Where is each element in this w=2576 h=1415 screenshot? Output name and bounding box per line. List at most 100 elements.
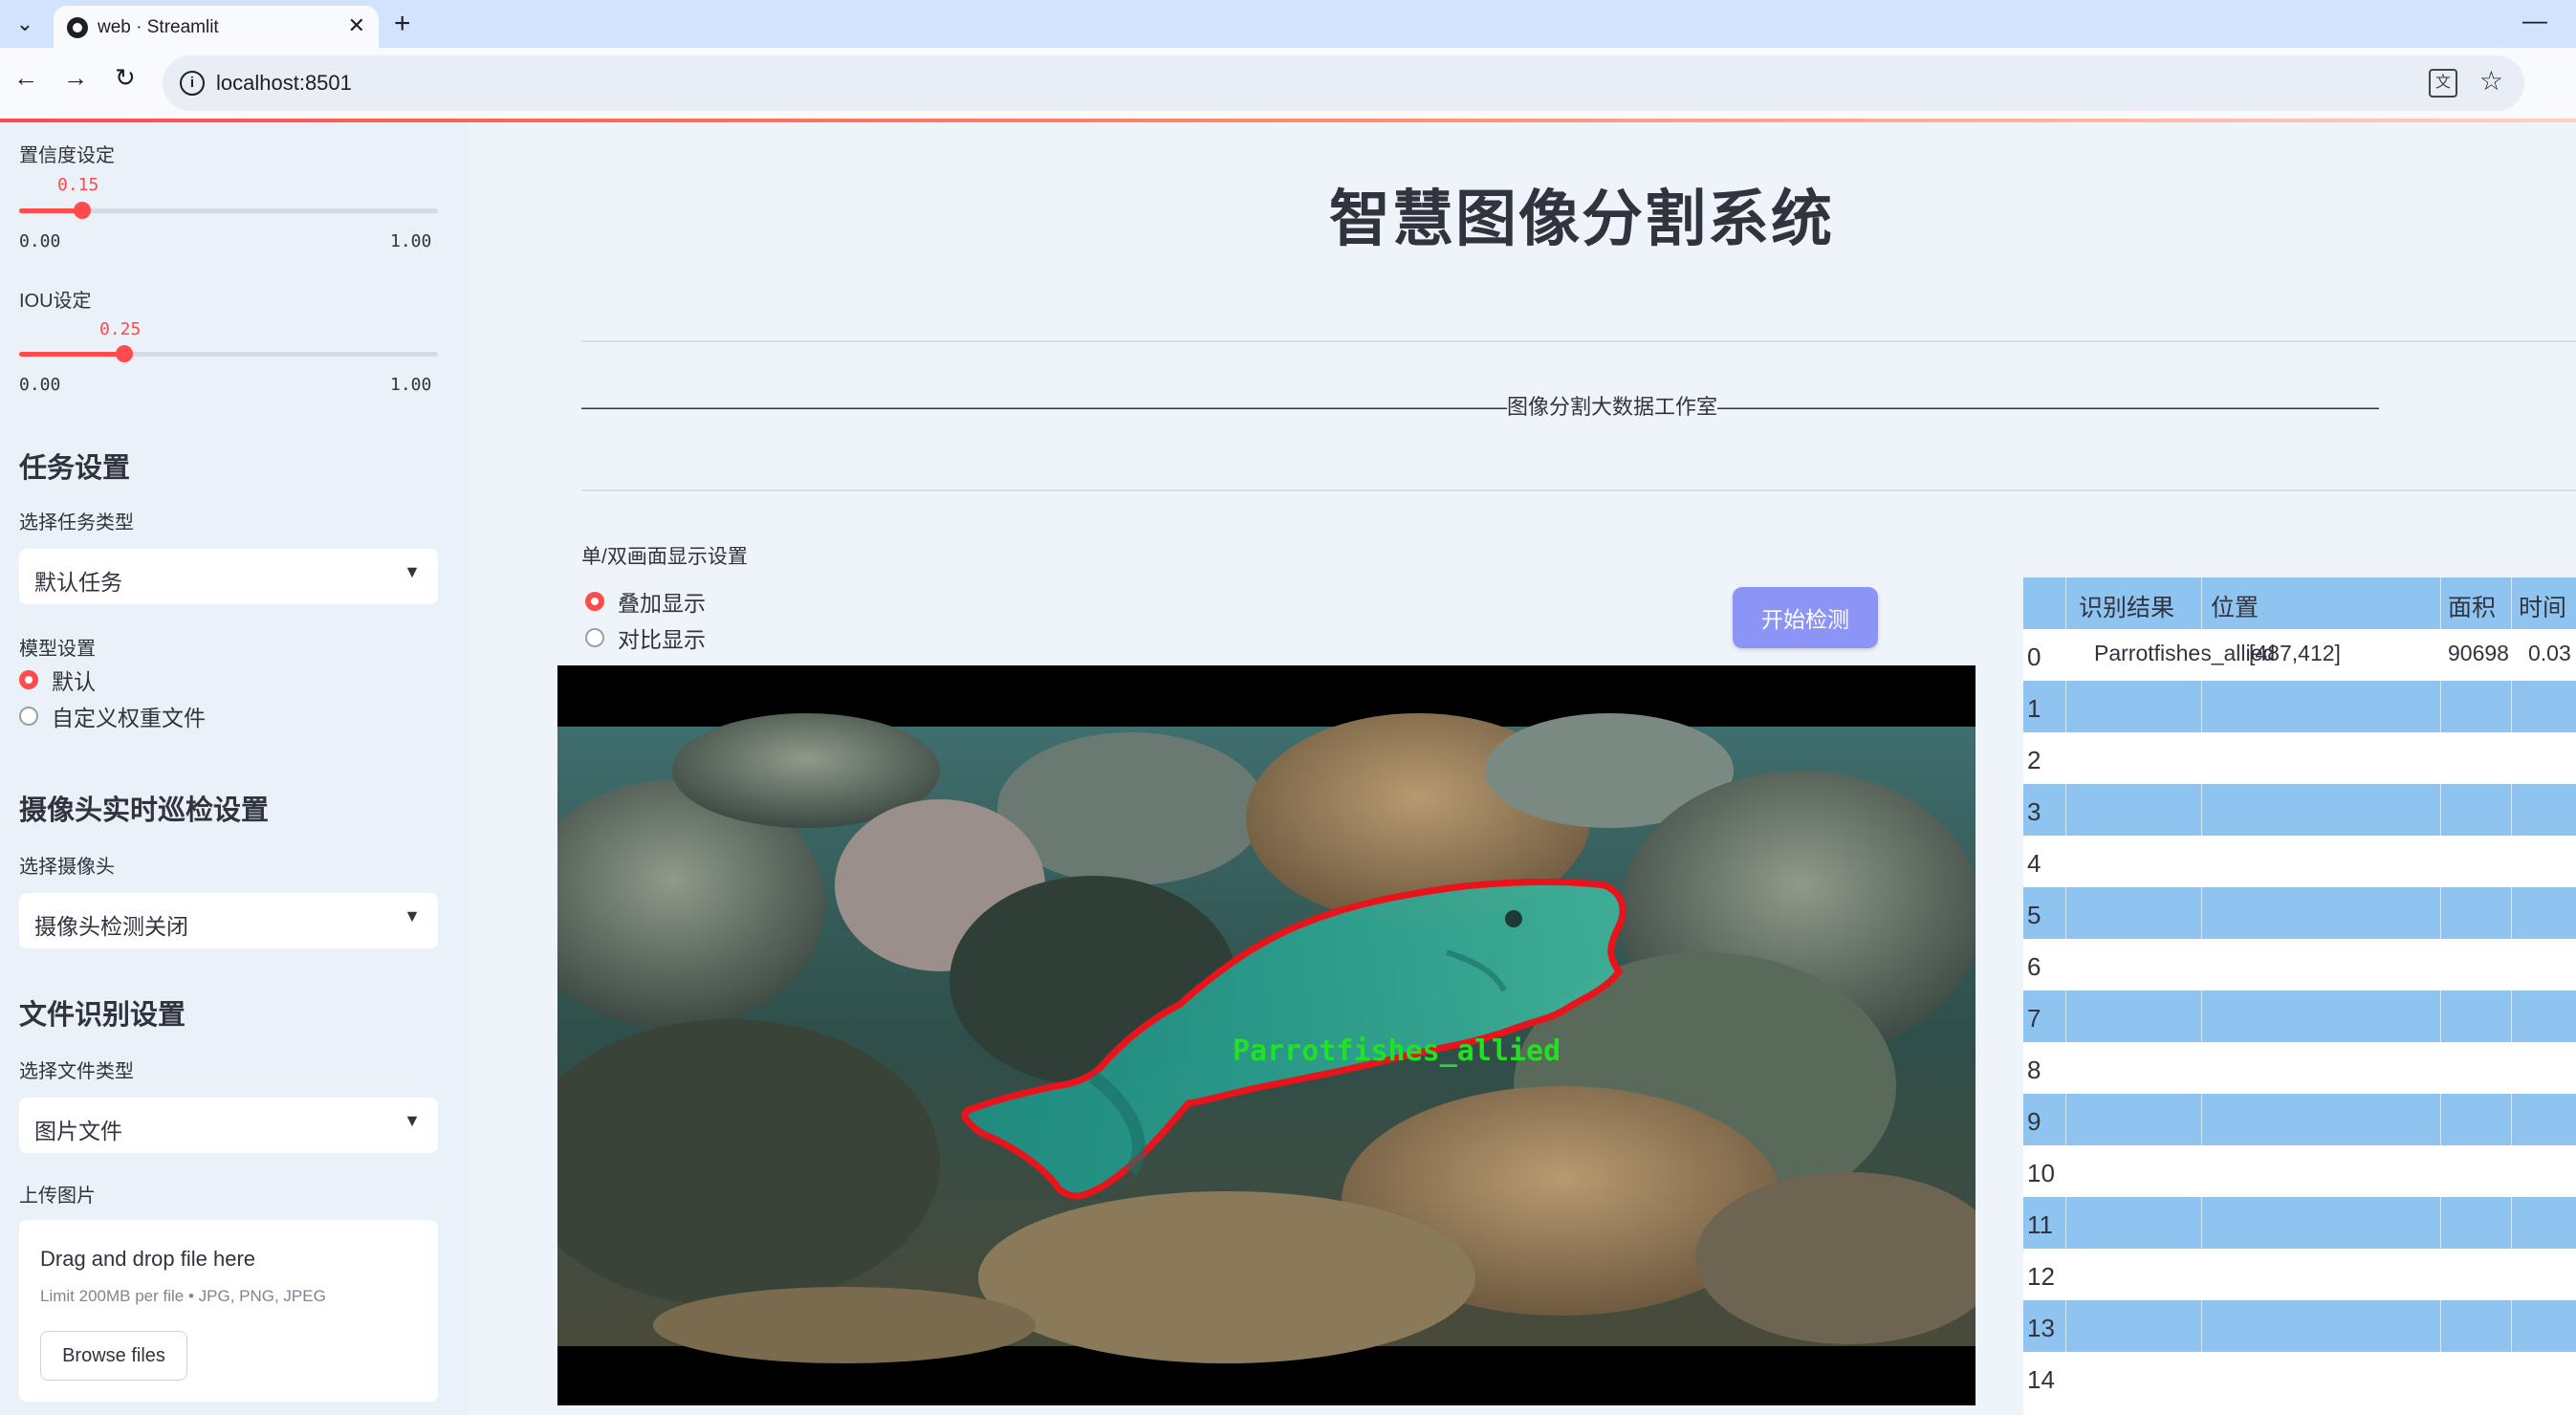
column-divider (2440, 577, 2441, 1415)
cell-position[interactable]: [487,412] (2249, 641, 2341, 666)
cell-time[interactable]: 0.03 (2528, 641, 2571, 666)
segmentation-result-image: Parrotfishes_allied (557, 665, 1976, 1405)
translate-icon[interactable]: 文 (2429, 69, 2457, 98)
url-text[interactable]: localhost:8501 (216, 71, 352, 96)
model-option-custom[interactable]: 自定义权重文件 (19, 702, 206, 730)
reload-icon[interactable]: ↻ (115, 63, 136, 93)
camera-section-heading: 摄像头实时巡检设置 (19, 795, 270, 826)
confidence-min: 0.00 (19, 231, 61, 251)
divider (581, 490, 2576, 491)
radio-unselected-icon[interactable] (585, 628, 604, 647)
table-row[interactable]: 4 (2023, 836, 2576, 887)
table-row[interactable]: 12 (2023, 1249, 2576, 1300)
row-index: 7 (2027, 1004, 2041, 1033)
confidence-value: 0.15 (57, 175, 99, 195)
header-position[interactable]: 位置 (2211, 589, 2259, 623)
header-area[interactable]: 面积 (2448, 589, 2496, 623)
header-time[interactable]: 时间 (2519, 589, 2566, 623)
studio-banner: ————————————————————————————————————————… (581, 395, 2379, 419)
chevron-down-icon: ▼ (404, 562, 421, 581)
camera-label: 选择摄像头 (19, 857, 115, 878)
column-divider (2201, 577, 2202, 1415)
table-row[interactable]: 11 (2023, 1197, 2576, 1249)
tab-search-chevron-icon[interactable]: ⌄ (8, 8, 42, 40)
model-option-default[interactable]: 默认 (19, 665, 96, 694)
iou-slider-fill (19, 352, 124, 357)
confidence-slider-thumb[interactable] (73, 202, 91, 219)
radio-selected-icon[interactable] (585, 592, 604, 611)
table-row[interactable]: 7 (2023, 990, 2576, 1042)
table-row[interactable]: 8 (2023, 1042, 2576, 1094)
table-row[interactable]: 1 (2023, 681, 2576, 732)
forward-arrow-icon[interactable]: → (63, 63, 88, 93)
display-option-overlay-label: 叠加显示 (618, 591, 706, 616)
row-index: 8 (2027, 1056, 2041, 1084)
task-type-value: 默认任务 (34, 570, 122, 595)
address-bar[interactable]: i localhost:8501 文 ☆ (163, 55, 2524, 111)
table-row[interactable]: 2 (2023, 732, 2576, 784)
results-table[interactable]: 识别结果 位置 面积 时间 0 Parrotfishes_allied [487… (2023, 577, 2576, 1415)
row-index: 10 (2027, 1159, 2055, 1187)
chevron-down-icon: ▼ (404, 906, 421, 925)
confidence-max: 1.00 (390, 231, 432, 251)
confidence-label: 置信度设定 (19, 145, 115, 166)
divider (581, 340, 2576, 342)
detection-class-label: Parrotfishes_allied (1233, 1034, 1561, 1068)
task-type-label: 选择任务类型 (19, 512, 134, 533)
confidence-slider[interactable] (19, 202, 438, 219)
camera-value: 摄像头检测关闭 (34, 914, 188, 939)
radio-unselected-icon[interactable] (19, 707, 38, 726)
back-arrow-icon[interactable]: ← (13, 63, 38, 93)
browser-tab[interactable]: web · Streamlit ✕ (54, 6, 379, 48)
table-row[interactable]: 5 (2023, 887, 2576, 939)
radio-selected-icon[interactable] (19, 670, 38, 689)
iou-slider-thumb[interactable] (115, 345, 133, 362)
file-type-select[interactable]: 图片文件 ▼ (19, 1098, 438, 1153)
camera-select[interactable]: 摄像头检测关闭 ▼ (19, 893, 438, 948)
streamlit-favicon-icon (67, 17, 88, 38)
column-divider (2511, 577, 2512, 1415)
table-row[interactable]: 9 (2023, 1094, 2576, 1145)
close-tab-icon[interactable]: ✕ (348, 13, 365, 38)
row-index: 14 (2027, 1365, 2055, 1394)
cell-area[interactable]: 90698 (2448, 641, 2509, 666)
table-row[interactable]: 14 (2023, 1352, 2576, 1404)
table-header: 识别结果 位置 面积 时间 (2023, 577, 2576, 629)
file-uploader-dropzone[interactable]: Drag and drop file here Limit 200MB per … (19, 1220, 438, 1402)
table-row[interactable]: 13 (2023, 1300, 2576, 1352)
new-tab-icon[interactable]: + (394, 8, 411, 40)
row-index: 6 (2027, 952, 2041, 981)
browser-tabbar: ⌄ web · Streamlit ✕ + — (0, 0, 2576, 48)
file-type-value: 图片文件 (34, 1119, 122, 1143)
table-row[interactable]: 10 (2023, 1145, 2576, 1197)
table-row[interactable]: 6 (2023, 939, 2576, 990)
table-row[interactable]: 3 (2023, 784, 2576, 836)
table-row[interactable]: 0 Parrotfishes_allied [487,412] 90698 0.… (2023, 629, 2576, 681)
upload-label: 上传图片 (19, 1186, 96, 1207)
browse-files-button[interactable]: Browse files (40, 1331, 187, 1381)
site-info-icon[interactable]: i (180, 71, 205, 96)
row-index: 1 (2027, 694, 2041, 723)
display-option-overlay[interactable]: 叠加显示 (585, 587, 706, 616)
row-index: 4 (2027, 849, 2041, 878)
column-divider (2065, 577, 2066, 1415)
header-result[interactable]: 识别结果 (2079, 589, 2174, 623)
row-index: 12 (2027, 1262, 2055, 1291)
display-mode-label: 单/双画面显示设置 (581, 546, 748, 568)
start-detection-button[interactable]: 开始检测 (1733, 587, 1878, 648)
bookmark-star-icon[interactable]: ☆ (2479, 65, 2503, 97)
dropzone-title: Drag and drop file here (40, 1247, 256, 1271)
minimize-window-icon[interactable]: — (2522, 6, 2547, 35)
confidence-slider-fill (19, 208, 82, 213)
row-index: 13 (2027, 1314, 2055, 1342)
iou-slider[interactable] (19, 345, 438, 362)
row-index: 5 (2027, 901, 2041, 929)
cell-result[interactable]: Parrotfishes_allied (2094, 641, 2275, 666)
iou-max: 1.00 (390, 375, 432, 395)
iou-label: IOU设定 (19, 291, 92, 312)
display-option-compare[interactable]: 对比显示 (585, 623, 706, 652)
reef-scene-svg: Parrotfishes_allied (557, 665, 1976, 1405)
browser-toolbar: ← → ↻ i localhost:8501 文 ☆ (0, 48, 2576, 119)
task-type-select[interactable]: 默认任务 ▼ (19, 549, 438, 604)
row-index: 11 (2027, 1210, 2053, 1239)
